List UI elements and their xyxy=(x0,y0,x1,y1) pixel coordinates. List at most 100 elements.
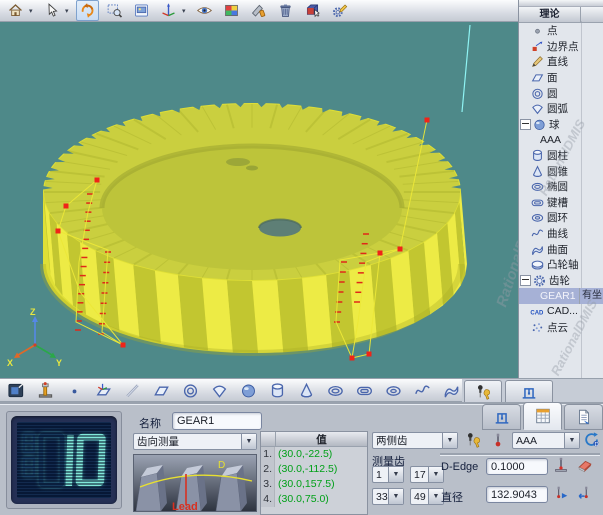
tooth-4-dropdown[interactable]: 49▼ xyxy=(410,488,444,505)
collapse-icon[interactable] xyxy=(520,275,531,286)
plane-csys-button[interactable] xyxy=(91,379,116,402)
tree-item-键槽[interactable]: 键槽 xyxy=(519,195,603,211)
values-table[interactable]: 值 1.(30.0,-22.5)2.(30.0,-112.5)3.(30.0,1… xyxy=(260,431,368,515)
tree-item-圆锥[interactable]: 圆锥 xyxy=(519,163,603,179)
gear-icon xyxy=(532,273,547,288)
value-row[interactable]: 2.(30.0,-112.5) xyxy=(261,462,367,477)
value-row[interactable]: 4.(30.0,75.0) xyxy=(261,492,367,507)
flank-dropdown[interactable]: 两侧齿 ▼ xyxy=(372,432,458,449)
tab-machine-view[interactable] xyxy=(482,404,521,430)
curve-button[interactable] xyxy=(410,379,435,402)
point-button[interactable] xyxy=(62,379,87,402)
tree-item-GEAR1[interactable]: GEAR1有坐 xyxy=(519,288,603,304)
measure-view-button[interactable] xyxy=(4,379,29,402)
circle-button[interactable] xyxy=(178,379,203,402)
tree-item-边界点[interactable]: 边界点 xyxy=(519,39,603,55)
gear-measure-panel: 名称 齿向测量 ▼ DLead 值 1.(30.0,-22.5)2.(30.0,… xyxy=(0,402,603,515)
plane-button[interactable] xyxy=(149,379,174,402)
tree-item-AAA[interactable]: AAA xyxy=(519,132,603,148)
tree-item-label: 圆弧 xyxy=(547,101,568,116)
measure-type-value: 齿向测量 xyxy=(134,434,241,449)
diameter-input[interactable] xyxy=(486,486,548,503)
measure-point-icon[interactable] xyxy=(552,456,570,474)
tooth-3-value: 33 xyxy=(373,491,388,503)
tooth-3-dropdown[interactable]: 33▼ xyxy=(372,488,404,505)
collapse-icon[interactable] xyxy=(520,119,531,130)
tree-item-球[interactable]: 球 xyxy=(519,117,603,133)
tab-report[interactable] xyxy=(564,404,603,430)
arc-button[interactable] xyxy=(207,379,232,402)
tree-item-圆弧[interactable]: 圆弧 xyxy=(519,101,603,117)
run-measure-icon[interactable] xyxy=(552,484,570,502)
sphere-button[interactable] xyxy=(236,379,261,402)
tree-item-圆环[interactable]: 圆环 xyxy=(519,210,603,226)
probe-machine-button[interactable] xyxy=(33,379,58,402)
tree-item-凸轮轴[interactable]: 凸轮轴 xyxy=(519,257,603,273)
chevron-down-icon[interactable]: ▼ xyxy=(442,433,457,448)
surface-button[interactable] xyxy=(439,379,464,402)
chevron-down-icon[interactable]: ▼ xyxy=(388,467,403,482)
chevron-down-icon[interactable]: ▾ xyxy=(182,7,189,15)
probe-tip-icon[interactable] xyxy=(489,431,507,449)
tree-item-圆[interactable]: 圆 xyxy=(519,85,603,101)
chevron-down-icon[interactable]: ▼ xyxy=(388,489,403,504)
rotate-view-button[interactable] xyxy=(76,0,99,21)
chevron-down-icon[interactable]: ▾ xyxy=(29,7,36,15)
dedge-input[interactable] xyxy=(486,458,548,475)
eraser-icon[interactable] xyxy=(576,456,594,474)
tab-measure-table[interactable] xyxy=(523,402,562,430)
preview-graphic: DLead xyxy=(134,455,256,511)
render-tools-button[interactable] xyxy=(247,0,270,21)
tree-item-直线[interactable]: 直线 xyxy=(519,54,603,70)
probe-calibrate-icon[interactable] xyxy=(464,431,482,449)
ring-icon xyxy=(530,210,545,225)
value-coords: (30.0,-112.5) xyxy=(275,462,367,477)
3d-viewport[interactable]: ZXY RationalDMIS xyxy=(0,22,518,378)
edit-feature-button[interactable] xyxy=(328,0,351,21)
chevron-down-icon[interactable]: ▼ xyxy=(564,433,579,448)
ellipse-button[interactable] xyxy=(323,379,348,402)
slot-button[interactable] xyxy=(352,379,377,402)
tree-item-label: 球 xyxy=(549,117,560,132)
capture-view-button[interactable] xyxy=(130,0,153,21)
tree-item-点[interactable]: 点 xyxy=(519,23,603,39)
tree-item-椭圆[interactable]: 椭圆 xyxy=(519,179,603,195)
coordinate-dropdown[interactable]: AAA ▼ xyxy=(512,432,580,449)
name-input[interactable] xyxy=(172,412,262,430)
tree-item-CAD[interactable]: CADCAD... xyxy=(519,304,603,320)
tooth-1-dropdown[interactable]: 1▼ xyxy=(372,466,404,483)
home-button[interactable] xyxy=(4,0,27,21)
line-button[interactable] xyxy=(120,379,145,402)
tree-item-点云[interactable]: 点云 xyxy=(519,319,603,335)
tab-machine[interactable] xyxy=(505,380,553,402)
display-colors-button[interactable] xyxy=(220,0,243,21)
cylinder-button[interactable] xyxy=(265,379,290,402)
select-solid-button[interactable] xyxy=(301,0,324,21)
tree-item-圆柱[interactable]: 圆柱 xyxy=(519,148,603,164)
refresh-icon[interactable]: D xyxy=(583,431,601,449)
value-row[interactable]: 3.(30.0,157.5) xyxy=(261,477,367,492)
tree-item-label: 面 xyxy=(547,70,558,85)
delete-button[interactable] xyxy=(274,0,297,21)
zoom-region-button[interactable] xyxy=(103,0,126,21)
select-cursor-button[interactable] xyxy=(40,0,63,21)
cone-button[interactable] xyxy=(294,379,319,402)
chevron-down-icon[interactable]: ▼ xyxy=(241,434,256,449)
tree-item-曲线[interactable]: 曲线 xyxy=(519,226,603,242)
ring-button[interactable] xyxy=(381,379,406,402)
tree-item-齿轮[interactable]: 齿轮 xyxy=(519,273,603,289)
cylinder-icon xyxy=(530,148,545,163)
gear-model-canvas[interactable]: ZXY xyxy=(0,22,518,378)
panel-grip[interactable] xyxy=(519,0,603,7)
coordinate-system-button[interactable] xyxy=(157,0,180,21)
tree-item-曲面[interactable]: 曲面 xyxy=(519,241,603,257)
values-value-header: 值 xyxy=(276,432,367,446)
value-row[interactable]: 1.(30.0,-22.5) xyxy=(261,447,367,462)
tree-item-面[interactable]: 面 xyxy=(519,70,603,86)
tooth-2-dropdown[interactable]: 17▼ xyxy=(410,466,444,483)
measure-type-dropdown[interactable]: 齿向测量 ▼ xyxy=(133,433,257,450)
view-visibility-button[interactable] xyxy=(193,0,216,21)
chevron-down-icon[interactable]: ▾ xyxy=(65,7,72,15)
return-probe-icon[interactable] xyxy=(576,484,594,502)
tab-probe-setup[interactable] xyxy=(464,380,502,402)
